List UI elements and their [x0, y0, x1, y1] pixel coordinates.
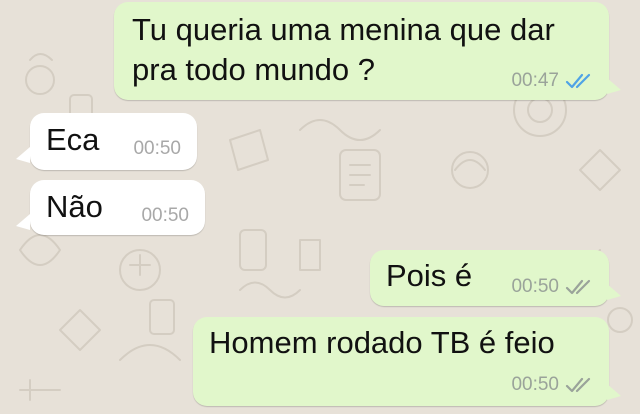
message-time: 00:47 [511, 70, 559, 91]
message-time: 00:50 [141, 205, 189, 226]
bubble-tail [16, 214, 30, 230]
bubble-tail [16, 147, 30, 163]
bubble-tail [607, 78, 621, 94]
message-time: 00:50 [133, 138, 181, 159]
delivered-double-check-icon [565, 279, 591, 295]
message-time: 00:50 [511, 374, 559, 395]
message-meta: 00:50 [511, 374, 595, 396]
message-text-line: Tu queria uma menina que dar [132, 12, 555, 47]
message-text: Homem rodado TB é feio [209, 325, 555, 360]
message-text: Não [46, 189, 103, 224]
message-meta: 00:50 [133, 138, 181, 160]
bubble-tail [607, 284, 621, 300]
bubble-tail [607, 384, 621, 400]
message-meta: 00:47 [511, 70, 595, 92]
incoming-message[interactable]: Não 00:50 [30, 180, 205, 235]
message-meta: 00:50 [511, 276, 595, 298]
message-time: 00:50 [511, 276, 559, 297]
message-meta: 00:50 [141, 205, 189, 227]
read-double-check-icon [565, 73, 591, 89]
outgoing-message[interactable]: Tu queria uma menina que dar pra todo mu… [114, 2, 609, 100]
message-text-line: pra todo mundo ? [132, 52, 376, 87]
delivered-double-check-icon [565, 377, 591, 393]
outgoing-message[interactable]: Pois é 00:50 [370, 250, 609, 306]
chat-conversation: Tu queria uma menina que dar pra todo mu… [0, 0, 640, 414]
message-text: Pois é [386, 258, 473, 293]
incoming-message[interactable]: Eca 00:50 [30, 113, 197, 170]
message-text: Eca [46, 122, 100, 157]
outgoing-message[interactable]: Homem rodado TB é feio 00:50 [193, 317, 609, 406]
